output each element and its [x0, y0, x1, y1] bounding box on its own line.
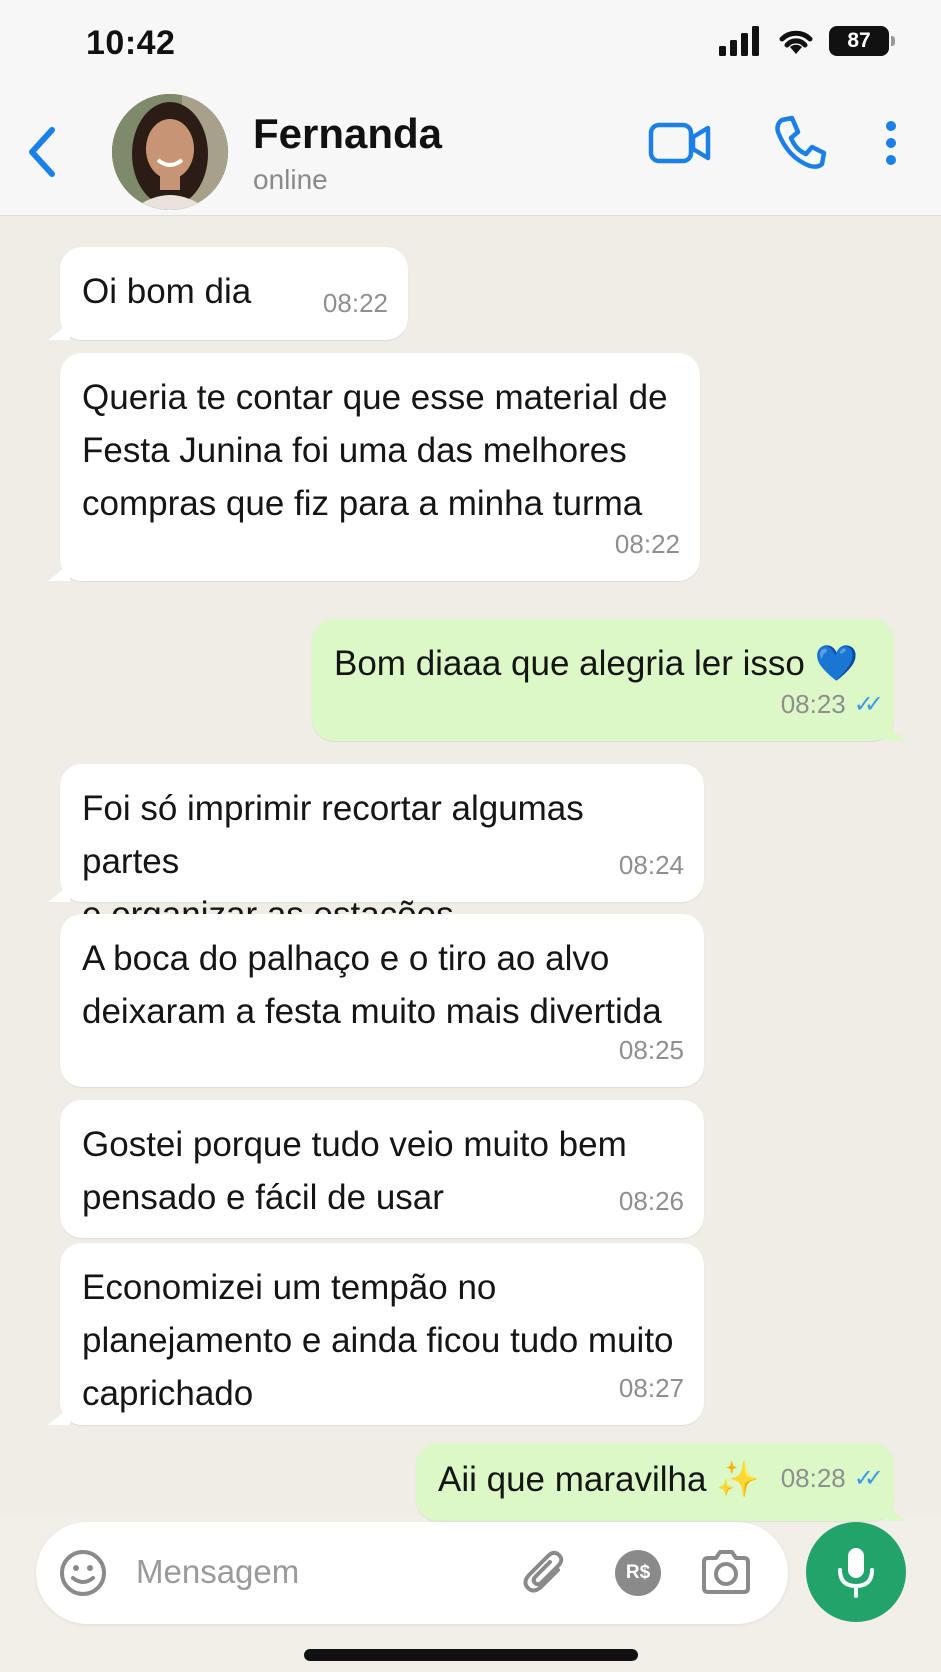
mic-icon [838, 1548, 874, 1598]
message-meta: 08:22 [615, 518, 680, 571]
message-meta: 08:28 ✓✓ [780, 1452, 884, 1505]
avatar-image [112, 94, 228, 210]
home-indicator[interactable] [304, 1649, 638, 1661]
message-text: Economizei um tempão no planejamento e a… [82, 1268, 674, 1413]
read-ticks-icon: ✓✓ [853, 691, 884, 718]
avatar[interactable] [112, 94, 228, 210]
battery-icon: 87 [829, 26, 895, 56]
status-bar: 10:42 87 [0, 0, 941, 86]
contact-name[interactable]: Fernanda [253, 110, 442, 158]
message-bubble[interactable]: Oi bom dia 08:22 [48, 247, 408, 340]
message-bubble[interactable]: Queria te contar que esse material de Fe… [48, 353, 700, 581]
message-text: Queria te contar que esse material de Fe… [82, 378, 668, 523]
mic-button[interactable] [806, 1522, 906, 1622]
emoji-icon[interactable] [58, 1548, 108, 1598]
message-time: 08:27 [618, 1373, 684, 1403]
message-bubble[interactable]: Economizei um tempão no planejamento e a… [48, 1243, 704, 1425]
message-meta: 08:27 [619, 1362, 684, 1415]
status-icons: 87 [719, 26, 895, 56]
message-time: 08:23 [780, 689, 846, 719]
wifi-icon [779, 30, 813, 54]
message-input[interactable]: Mensagem [136, 1553, 299, 1591]
message-bubble[interactable]: Bom diaaa que alegria ler isso 💙 08:23 ✓… [312, 619, 906, 741]
message-time: 08:22 [614, 529, 680, 559]
message-time: 08:28 [780, 1463, 846, 1493]
camera-icon[interactable] [700, 1548, 752, 1596]
voice-call-icon[interactable] [774, 114, 828, 170]
signal-icon [719, 26, 759, 56]
message-meta: 08:26 [619, 1175, 684, 1228]
message-text: Gostei porque tudo veio muito bem pensad… [82, 1125, 627, 1217]
message-bubble[interactable]: Gostei porque tudo veio muito bem pensad… [60, 1100, 704, 1238]
back-icon[interactable] [22, 122, 62, 182]
message-text: A boca do palhaço e o tiro ao alvo deixa… [82, 939, 662, 1031]
payment-label: R$ [625, 1562, 651, 1583]
attach-icon[interactable] [522, 1548, 572, 1598]
contact-status: online [253, 164, 328, 195]
read-ticks-icon: ✓✓ [853, 1465, 884, 1492]
message-meta: 08:22 [323, 277, 388, 330]
message-bubble[interactable]: A boca do palhaço e o tiro ao alvo deixa… [60, 914, 704, 1087]
message-time: 08:26 [618, 1186, 684, 1216]
message-bubble[interactable]: Aii que maravilha ✨ 08:28 ✓✓ [416, 1443, 906, 1521]
message-time: 08:24 [618, 850, 684, 880]
chat-area[interactable]: Oi bom dia 08:22 Queria te contar que es… [0, 216, 941, 1521]
video-call-icon[interactable] [648, 120, 712, 166]
message-time: 08:25 [618, 1035, 684, 1065]
message-composer[interactable]: Mensagem R$ [36, 1522, 788, 1624]
status-time: 10:42 [86, 24, 176, 62]
battery-level: 87 [847, 29, 871, 52]
chat-header: Fernanda online [0, 86, 941, 216]
message-meta: 08:25 [619, 1024, 684, 1077]
message-meta: 08:24 [619, 839, 684, 892]
message-time: 08:22 [322, 288, 388, 318]
more-icon[interactable] [884, 120, 898, 166]
message-bubble[interactable]: Foi só imprimir recortar algumas partes … [48, 764, 704, 934]
payment-icon[interactable]: R$ [615, 1550, 661, 1596]
message-meta: 08:23 ✓✓ [780, 678, 884, 731]
